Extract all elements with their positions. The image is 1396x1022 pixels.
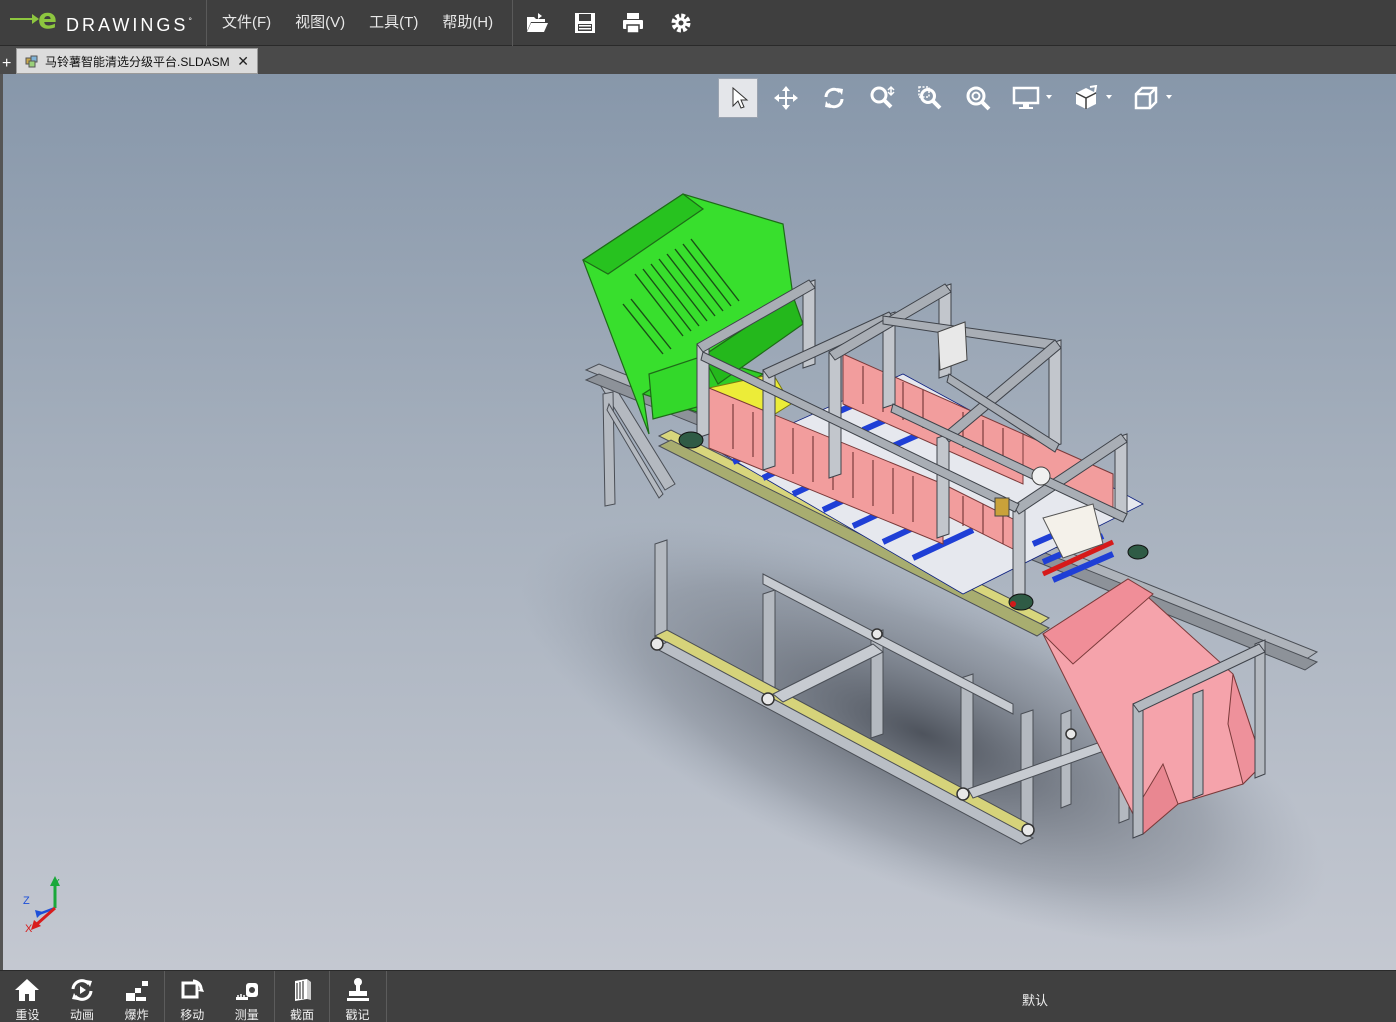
save-icon[interactable] — [573, 11, 597, 35]
document-tab-strip: + 马铃薯智能清选分级平台.SLDASM ✕ — [0, 46, 1396, 74]
logo-word: DRAWINGS° — [66, 15, 195, 35]
measure-icon — [235, 983, 258, 1000]
assembly-icon — [25, 55, 38, 68]
open-folder-icon[interactable] — [525, 11, 549, 35]
menu-view[interactable]: 视图(V) — [283, 0, 357, 46]
stamp-icon — [346, 978, 369, 1001]
markup-button[interactable]: 戳记 — [330, 971, 385, 1022]
bottom-group-markup: 戳记 — [330, 971, 387, 1022]
section-icon — [295, 979, 311, 1001]
triad-z-label: Z — [23, 895, 30, 907]
animate-icon — [71, 979, 93, 1001]
bottom-group-section: 截面 — [275, 971, 330, 1022]
section-button[interactable]: 截面 — [275, 971, 329, 1022]
main-menu: 文件(F) 视图(V) 工具(T) 帮助(H) — [210, 0, 505, 46]
logo-letter: e — [38, 2, 57, 35]
print-icon[interactable] — [621, 11, 645, 35]
menu-file[interactable]: 文件(F) — [210, 0, 283, 46]
measure-button[interactable]: 测量 — [220, 971, 275, 1022]
document-tab-label: 马铃薯智能清选分级平台.SLDASM — [45, 54, 230, 69]
explode-icon — [125, 981, 148, 1001]
close-tab-icon[interactable]: ✕ — [237, 53, 249, 70]
triad-x-label: X — [25, 923, 33, 935]
potato-grading-platform-model[interactable] — [3, 74, 1396, 970]
file-toolbar — [512, 0, 717, 46]
animate-button[interactable]: 动画 — [55, 971, 110, 1022]
menu-tools[interactable]: 工具(T) — [357, 0, 430, 46]
bottom-group-basic: 重设 动画 爆炸 — [0, 971, 165, 1022]
configuration-label: 默认 — [1022, 993, 1049, 1008]
document-tab[interactable]: 马铃薯智能清选分级平台.SLDASM ✕ — [16, 48, 258, 74]
edrawings-logo: e DRAWINGS° — [0, 0, 207, 46]
edrawings-window: e DRAWINGS° 文件(F) 视图(V) 工具(T) 帮助(H) + 马铃… — [0, 0, 1396, 1022]
bottom-group-tools: 移动 测量 — [165, 971, 275, 1022]
reset-button[interactable]: 重设 — [0, 971, 55, 1022]
add-tab-button[interactable]: + — [2, 56, 16, 72]
orientation-triad: Y Z X — [23, 876, 60, 935]
settings-gear-icon[interactable] — [669, 11, 693, 35]
move-button[interactable]: 移动 — [165, 971, 220, 1022]
home-icon — [15, 979, 40, 1001]
triad-y-label: Y — [53, 878, 60, 889]
move-component-icon — [181, 979, 205, 999]
bottom-toolbar: 重设 动画 爆炸 移动 测量 截面 戳记 — [0, 970, 1396, 1022]
3d-viewport[interactable]: Y Z X — [3, 74, 1396, 970]
explode-button[interactable]: 爆炸 — [109, 971, 164, 1022]
menu-bar: e DRAWINGS° 文件(F) 视图(V) 工具(T) 帮助(H) — [0, 0, 1396, 46]
menu-help[interactable]: 帮助(H) — [430, 0, 505, 46]
